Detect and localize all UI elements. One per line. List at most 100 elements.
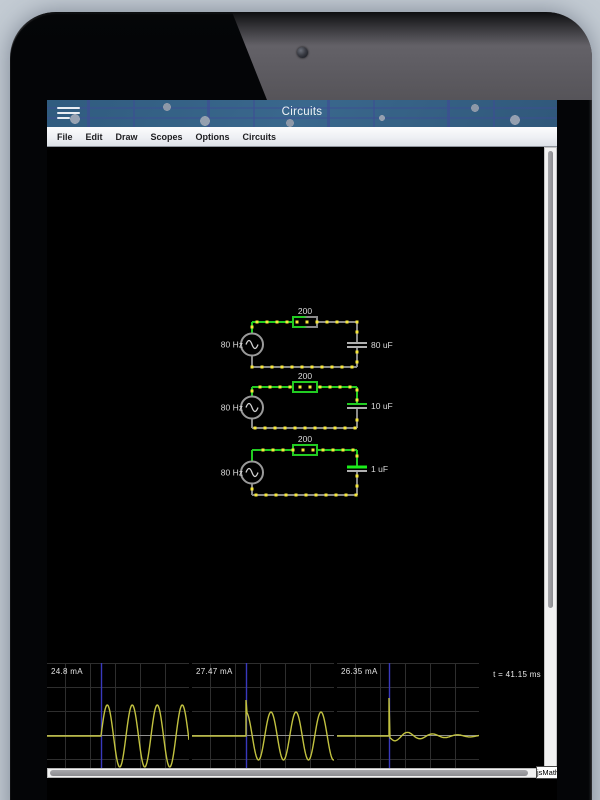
current-dot: [251, 366, 254, 369]
current-dot: [314, 427, 317, 430]
front-camera-icon: [297, 47, 308, 58]
current-dot: [294, 427, 297, 430]
current-dot: [274, 427, 277, 430]
scope-plot-3: [337, 663, 479, 770]
current-dot: [356, 419, 359, 422]
source-frequency-label: 80 Hz: [221, 468, 243, 478]
current-dot: [301, 366, 304, 369]
scope-panel-1[interactable]: 24.8 mA: [47, 663, 189, 770]
current-dot: [335, 494, 338, 497]
vertical-scrollbar[interactable]: [544, 147, 557, 778]
horizontal-scrollbar[interactable]: [47, 768, 537, 778]
scope-trace: [192, 700, 334, 760]
scope-plot-1: [47, 663, 189, 770]
current-dot: [306, 321, 309, 324]
menu-scopes[interactable]: Scopes: [151, 132, 183, 142]
menu-draw[interactable]: Draw: [116, 132, 138, 142]
circuit-1[interactable]: 80 Hz 200 80 uF: [221, 306, 393, 369]
current-dot: [319, 386, 322, 389]
current-dot: [315, 494, 318, 497]
circuit-2[interactable]: 80 Hz 200 10 uF: [221, 371, 393, 430]
current-dot: [265, 494, 268, 497]
current-dot: [302, 449, 305, 452]
current-dot: [254, 427, 257, 430]
current-dot: [264, 427, 267, 430]
current-dot: [322, 449, 325, 452]
current-dot: [269, 386, 272, 389]
scope-reading-3: 26.35 mA: [341, 667, 378, 676]
title-bar: Circuits: [47, 100, 557, 127]
resistor[interactable]: [293, 382, 317, 392]
bezel-edge-gloss: [10, 12, 592, 46]
source-frequency-label: 80 Hz: [221, 403, 243, 413]
current-dot: [336, 321, 339, 324]
current-dot: [281, 366, 284, 369]
horizontal-scrollbar-thumb[interactable]: [50, 770, 528, 776]
current-dot: [261, 366, 264, 369]
current-dot: [342, 449, 345, 452]
menu-file[interactable]: File: [57, 132, 73, 142]
current-dot: [266, 321, 269, 324]
current-dot: [295, 494, 298, 497]
current-dot: [309, 386, 312, 389]
current-dot: [351, 366, 354, 369]
current-dot: [299, 386, 302, 389]
current-dot: [346, 321, 349, 324]
current-dot: [326, 321, 329, 324]
current-dot: [356, 321, 359, 324]
current-dot: [352, 449, 355, 452]
capacitor-value-label: 80 uF: [371, 340, 393, 350]
menu-circuits[interactable]: Circuits: [243, 132, 277, 142]
resistor-value-label: 200: [298, 306, 312, 316]
current-dot: [356, 331, 359, 334]
current-dot: [356, 361, 359, 364]
current-dot: [285, 494, 288, 497]
current-dot: [331, 366, 334, 369]
current-dot: [304, 427, 307, 430]
current-dot: [325, 494, 328, 497]
current-dot: [291, 366, 294, 369]
current-dot: [276, 321, 279, 324]
current-dot: [356, 455, 359, 458]
current-dot: [316, 321, 319, 324]
current-dot: [289, 386, 292, 389]
current-dot: [251, 326, 254, 329]
circuits-drawing[interactable]: 80 Hz 200 80 uF 80 Hz 200 10 uF 80 Hz2001 uF: [47, 147, 544, 663]
capacitor-value-label: 10 uF: [371, 401, 393, 411]
circuit-canvas[interactable]: 80 Hz 200 80 uF 80 Hz 200 10 uF 80 Hz2001 uF 2…: [47, 147, 557, 800]
current-dot: [349, 386, 352, 389]
current-dot: [356, 475, 359, 478]
scope-reading-2: 27.47 mA: [196, 667, 233, 676]
current-dot: [279, 386, 282, 389]
current-dot: [332, 449, 335, 452]
current-dot: [312, 449, 315, 452]
current-dot: [345, 494, 348, 497]
resistor-value-label: 200: [298, 371, 312, 381]
menu-options[interactable]: Options: [196, 132, 230, 142]
jsmath-button[interactable]: jsMath: [536, 766, 557, 779]
current-dot: [262, 449, 265, 452]
current-dot: [251, 488, 254, 491]
current-dot: [334, 427, 337, 430]
circuit-3[interactable]: 80 Hz2001 uF: [221, 434, 388, 497]
current-dot: [255, 494, 258, 497]
current-dot: [341, 366, 344, 369]
desktop-background: Circuits File Edit Draw Scopes Options C…: [0, 0, 600, 800]
current-dot: [256, 321, 259, 324]
tablet-device: Circuits File Edit Draw Scopes Options C…: [10, 12, 592, 800]
current-dot: [356, 389, 359, 392]
current-dot: [339, 386, 342, 389]
current-dot: [282, 449, 285, 452]
source-frequency-label: 80 Hz: [221, 340, 243, 350]
current-dot: [354, 427, 357, 430]
scope-panel-2[interactable]: 27.47 mA: [192, 663, 334, 770]
vertical-scrollbar-thumb[interactable]: [548, 151, 553, 608]
menu-edit[interactable]: Edit: [86, 132, 103, 142]
current-dot: [271, 366, 274, 369]
scope-plot-2: [192, 663, 334, 770]
current-dot: [356, 399, 359, 402]
scope-reading-1: 24.8 mA: [51, 667, 83, 676]
current-dot: [311, 366, 314, 369]
current-dot: [292, 449, 295, 452]
scope-panel-3[interactable]: 26.35 mA: [337, 663, 479, 770]
